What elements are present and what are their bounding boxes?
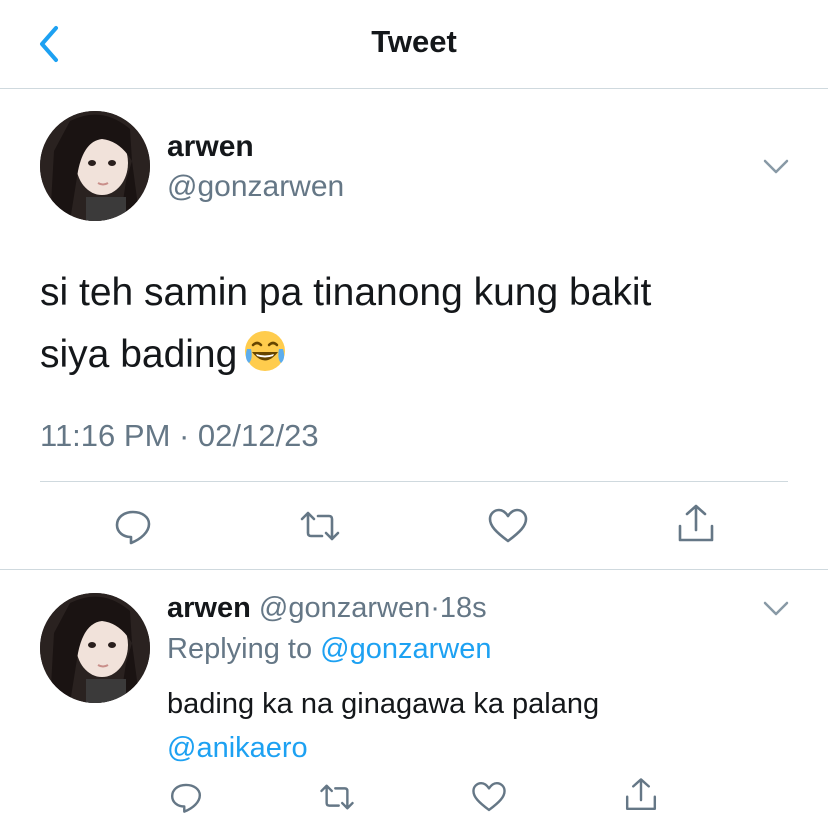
share-button[interactable] <box>674 502 718 546</box>
tweet-text-line: si teh samin pa tinanong kung bakit <box>40 271 652 314</box>
replying-to: Replying to @gonzarwen <box>167 633 491 666</box>
retweet-icon <box>300 511 340 541</box>
retweet-button[interactable] <box>318 778 356 816</box>
reply-button[interactable] <box>111 504 155 548</box>
divider <box>0 88 828 89</box>
author-handle[interactable]: @gonzarwen <box>167 170 344 204</box>
reply-button[interactable] <box>167 778 205 816</box>
reply-icon <box>170 783 202 813</box>
author-handle[interactable]: @gonzarwen <box>259 592 430 624</box>
divider <box>0 569 828 570</box>
tweet-timestamp: 11:16 PM · 02/12/23 <box>40 418 319 453</box>
page-title: Tweet <box>371 24 457 59</box>
share-icon <box>678 504 714 542</box>
reply-text-line: bading ka na ginagawa ka palang <box>167 688 600 720</box>
reply-header: arwen @gonzarwen·18s <box>167 592 487 625</box>
like-button[interactable] <box>470 778 508 816</box>
tweet-text-line: siya bading <box>40 324 800 386</box>
replying-to-link[interactable]: @gonzarwen <box>320 633 491 665</box>
share-icon <box>625 778 657 811</box>
divider <box>40 481 788 482</box>
replying-to-label: Replying to <box>167 633 313 665</box>
reply-text: bading ka na ginagawa ka palang @anikaer… <box>167 682 787 770</box>
avatar[interactable] <box>40 111 150 221</box>
avatar[interactable] <box>40 593 150 703</box>
reply-age: 18s <box>439 592 487 624</box>
meta-separator: · <box>430 592 440 624</box>
author-name[interactable]: arwen <box>167 130 254 164</box>
share-button[interactable] <box>622 776 660 814</box>
author-name[interactable]: arwen <box>167 592 251 624</box>
tweet-text-segment: siya bading <box>40 333 238 376</box>
like-icon <box>488 508 528 543</box>
retweet-button[interactable] <box>298 504 342 548</box>
top-bar: Tweet <box>0 0 828 88</box>
like-icon <box>472 781 506 812</box>
retweet-icon <box>320 784 354 810</box>
chevron-down-icon[interactable] <box>762 158 790 176</box>
mention-link[interactable]: @anikaero <box>167 726 787 770</box>
reply-icon <box>115 510 151 545</box>
like-button[interactable] <box>486 504 530 548</box>
chevron-down-icon[interactable] <box>762 600 790 618</box>
tweet-text: si teh samin pa tinanong kung bakit siya… <box>40 262 800 386</box>
face-with-tears-of-joy-icon <box>243 329 287 373</box>
